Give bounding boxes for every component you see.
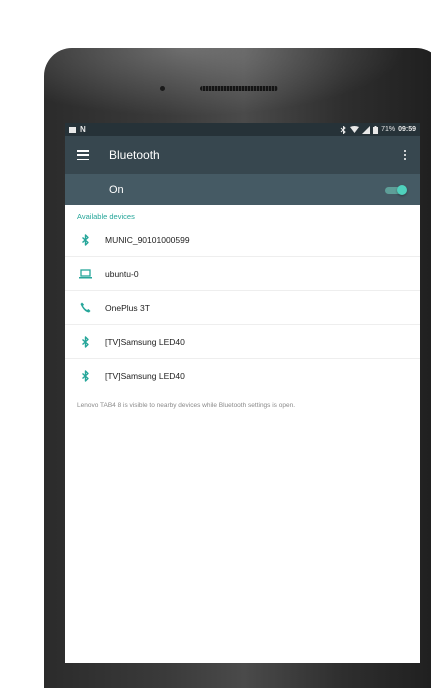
page-title: Bluetooth (109, 148, 160, 162)
battery-icon (373, 125, 379, 134)
device-name: OnePlus 3T (105, 302, 150, 313)
status-bar: N 71% 09:59 (65, 123, 420, 136)
battery-percentage: 71% (381, 126, 396, 133)
device-name: MUNIC_90101000599 (105, 234, 190, 245)
device-item[interactable]: ubuntu-0 (65, 257, 420, 291)
bluetooth-status-icon (340, 125, 346, 134)
status-time: 09:59 (398, 126, 416, 133)
available-devices-section: Available devices MUNIC_90101000599 ubun… (65, 205, 420, 392)
notification-icon (69, 126, 76, 133)
carrier-icon: N (80, 125, 86, 134)
visibility-note: Lenovo TAB4 8 is visible to nearby devic… (77, 402, 295, 409)
bluetooth-icon (65, 369, 105, 382)
section-header: Available devices (77, 212, 135, 221)
device-name: [TV]Samsung LED40 (105, 370, 185, 381)
signal-icon (362, 125, 371, 134)
device-item[interactable]: OnePlus 3T (65, 291, 420, 325)
device-item[interactable]: MUNIC_90101000599 (65, 223, 420, 257)
bluetooth-toggle[interactable] (384, 184, 407, 196)
app-toolbar: Bluetooth (65, 136, 420, 174)
android-screen: N 71% 09:59 Bluetooth On Available devic… (65, 123, 420, 663)
front-camera (160, 86, 165, 91)
device-item[interactable]: [TV]Samsung LED40 (65, 325, 420, 359)
menu-icon[interactable] (77, 150, 89, 160)
bluetooth-icon (65, 335, 105, 348)
switch-label: On (109, 183, 124, 196)
phone-icon (65, 302, 105, 313)
device-name: ubuntu-0 (105, 268, 139, 279)
bluetooth-icon (65, 233, 105, 246)
device-name: [TV]Samsung LED40 (105, 336, 185, 347)
earpiece-speaker (200, 86, 278, 91)
laptop-icon (65, 268, 105, 279)
bluetooth-switch-bar[interactable]: On (65, 174, 420, 205)
wifi-icon (350, 125, 360, 133)
device-item[interactable]: [TV]Samsung LED40 (65, 359, 420, 392)
more-options-icon[interactable] (400, 148, 410, 162)
